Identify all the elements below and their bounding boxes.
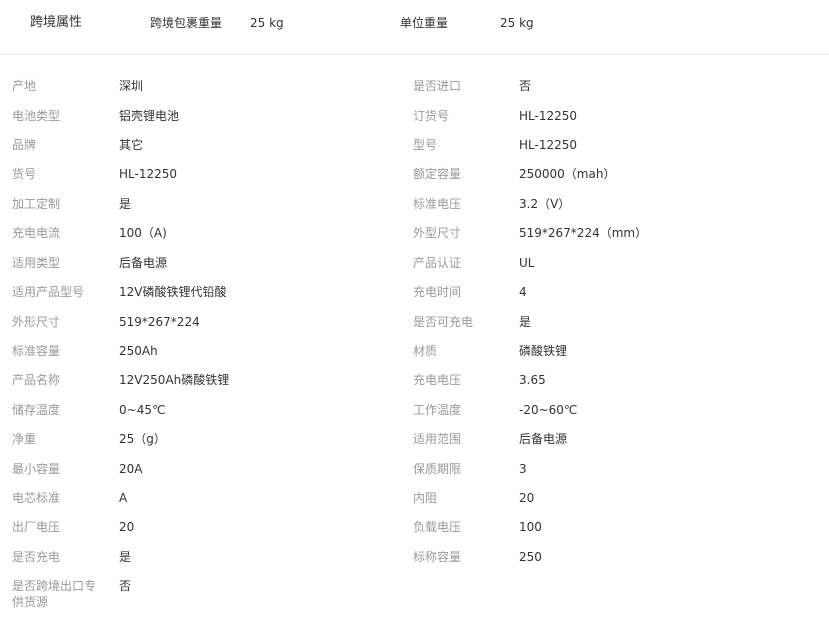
attr-value: 0~45℃ — [119, 403, 166, 417]
attr-label: 出厂电压 — [12, 520, 61, 534]
attr-label: 保质期限 — [413, 462, 462, 476]
attr-value: HL-12250 — [519, 138, 578, 152]
attr-value: HL-12250 — [519, 109, 578, 123]
attr-label: 订货号 — [413, 109, 450, 123]
attr-value: 250Ah — [119, 344, 158, 358]
attr-value: 后备电源 — [519, 432, 568, 446]
attr-value: 后备电源 — [119, 256, 168, 270]
attr-label: 是否充电 — [12, 550, 61, 564]
attr-value: 250 — [519, 550, 542, 564]
attr-value: 否 — [119, 579, 132, 593]
attr-label: 净重 — [12, 432, 37, 446]
attr-value: 20 — [119, 520, 135, 534]
attr-label: 材质 — [413, 344, 438, 358]
attr-label: 是否跨境出口专供货源 — [12, 579, 97, 609]
attr-value: 12V磷酸铁锂代铅酸 — [119, 285, 227, 299]
attr-label: 适用产品型号 — [12, 285, 85, 299]
attr-label: 型号 — [413, 138, 438, 152]
attr-label: 充电电流 — [12, 226, 61, 240]
attr-value: 4 — [519, 285, 527, 299]
attr-label: 货号 — [12, 167, 37, 181]
attr-value: 12V250Ah磷酸铁锂 — [119, 373, 230, 387]
attr-label: 内阻 — [413, 491, 438, 505]
attr-label: 外型尺寸 — [413, 226, 462, 240]
attr-label: 品牌 — [12, 138, 37, 152]
attr-value: 磷酸铁锂 — [519, 344, 568, 358]
attr-value: 3.65 — [519, 373, 546, 387]
attr-value: 是 — [519, 315, 532, 329]
attr-label: 标准容量 — [12, 344, 61, 358]
attr-value: 20 — [519, 491, 535, 505]
attr-value: 否 — [519, 79, 532, 93]
attr-label: 额定容量 — [413, 167, 462, 181]
attr-label: 是否进口 — [413, 79, 462, 93]
attr-value: 深圳 — [119, 79, 144, 93]
attr-label: 工作温度 — [413, 403, 462, 417]
attr-label: 充电时间 — [413, 285, 462, 299]
attr-value: UL — [519, 256, 535, 270]
attr-label: 适用范围 — [413, 432, 462, 446]
attributes-grid: 产地 深圳 电池类型 铝壳锂电池 品牌 其它 货号 HL-12250 加工定制 … — [0, 0, 829, 625]
attr-value: 是 — [119, 197, 132, 211]
attr-label: 电池类型 — [12, 109, 61, 123]
attr-value: 其它 — [119, 138, 144, 152]
attr-value: 3.2（V） — [519, 197, 571, 211]
attr-label: 储存温度 — [12, 403, 61, 417]
attr-label: 产地 — [12, 79, 37, 93]
attr-value: 519*267*224（mm） — [519, 226, 648, 240]
attr-label: 标称容量 — [413, 550, 462, 564]
attr-value: 铝壳锂电池 — [119, 109, 180, 123]
attr-value: 519*267*224 — [119, 315, 200, 329]
attr-value: 20A — [119, 462, 143, 476]
attr-value: -20~60℃ — [519, 403, 578, 417]
attr-label: 充电电压 — [413, 373, 462, 387]
attr-label: 外形尺寸 — [12, 315, 61, 329]
attr-value: A — [119, 491, 128, 505]
attr-label: 负载电压 — [413, 520, 462, 534]
attr-label: 是否可充电 — [413, 315, 474, 329]
attr-label: 电芯标准 — [12, 491, 61, 505]
attr-value: 100（A) — [119, 226, 167, 240]
attr-label: 产品认证 — [413, 256, 462, 270]
attr-label: 产品名称 — [12, 373, 61, 387]
attr-value: HL-12250 — [119, 167, 178, 181]
attr-value: 是 — [119, 550, 132, 564]
attr-label: 最小容量 — [12, 462, 61, 476]
attr-value: 100 — [519, 520, 542, 534]
attr-value: 25（g） — [119, 432, 166, 446]
attr-label: 标准电压 — [413, 197, 462, 211]
attr-label: 加工定制 — [12, 197, 61, 211]
attr-value: 250000（mah） — [519, 167, 616, 181]
attr-label: 适用类型 — [12, 256, 61, 270]
attr-value: 3 — [519, 462, 527, 476]
